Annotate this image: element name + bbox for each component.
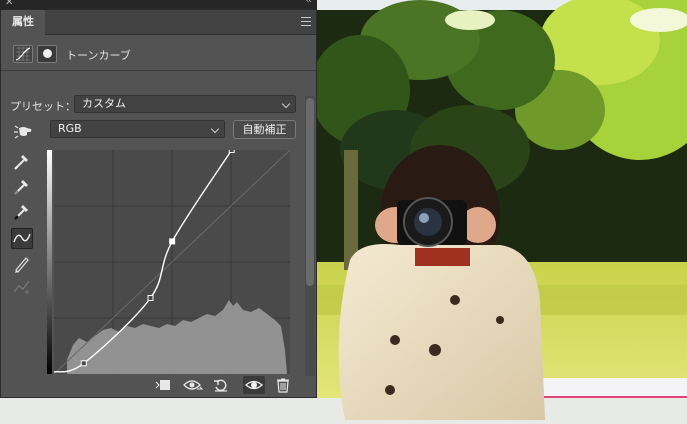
panel-titlebar: ✕ ‹‹	[0, 0, 317, 9]
panel-scrollbar[interactable]	[305, 96, 315, 376]
reset-icon[interactable]	[212, 376, 230, 394]
visibility-icon[interactable]	[243, 376, 265, 394]
collapse-icon[interactable]: ‹‹	[306, 0, 312, 6]
curves-icon[interactable]	[13, 45, 33, 63]
panel-footer	[1, 372, 316, 398]
panel-menu-icon[interactable]	[301, 17, 311, 26]
view-previous-icon[interactable]	[183, 376, 204, 394]
on-image-adjust-icon[interactable]	[12, 123, 34, 144]
black-point-eyedropper-icon[interactable]	[11, 200, 33, 221]
trash-icon[interactable]	[274, 376, 292, 394]
curve-control-point[interactable]	[169, 238, 176, 245]
smooth-icon[interactable]	[11, 276, 33, 297]
scroll-thumb[interactable]	[306, 98, 314, 286]
close-icon[interactable]: ✕	[5, 0, 13, 8]
curve-graph[interactable]	[47, 147, 291, 375]
gray-point-eyedropper-icon[interactable]	[11, 175, 33, 196]
output-gradient-bar	[47, 150, 52, 374]
clip-to-layer-icon[interactable]	[154, 376, 172, 394]
point-curve-icon[interactable]	[11, 228, 33, 249]
channel-value: RGB	[58, 122, 82, 135]
properties-panel: 属性 トーンカーブ プリセット： カスタム RGB 自動補正	[0, 9, 317, 398]
curve-control-point[interactable]	[80, 360, 87, 367]
white-point-eyedropper-icon[interactable]	[11, 150, 33, 171]
preset-dropdown[interactable]: カスタム	[74, 95, 296, 113]
tab-properties[interactable]: 属性	[1, 10, 45, 35]
chevron-down-icon	[281, 99, 291, 109]
adjustment-title: トーンカーブ	[66, 49, 131, 62]
panel-tab-bar: 属性	[1, 10, 316, 35]
preset-value: カスタム	[82, 97, 126, 110]
channel-dropdown[interactable]: RGB	[50, 120, 225, 138]
curve-control-point[interactable]	[228, 147, 235, 153]
preset-label: プリセット：	[10, 100, 76, 113]
adjustment-header: トーンカーブ	[1, 36, 316, 71]
pencil-icon[interactable]	[11, 253, 33, 274]
curve-control-point[interactable]	[147, 295, 154, 301]
auto-button[interactable]: 自動補正	[233, 120, 296, 139]
mask-icon[interactable]	[37, 45, 57, 63]
chevron-down-icon	[210, 124, 220, 134]
